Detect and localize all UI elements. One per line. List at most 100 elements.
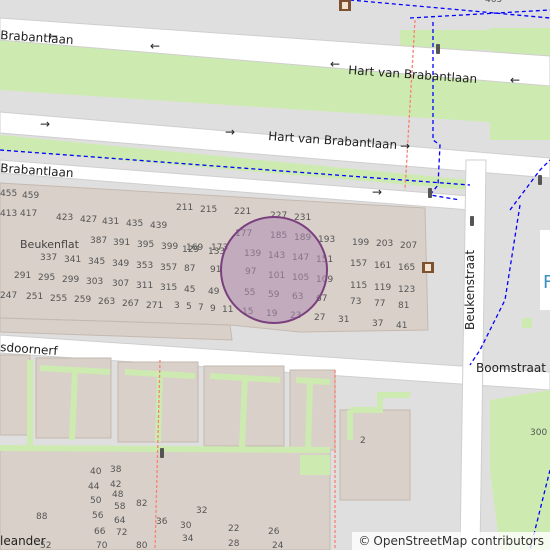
house-number: 431: [102, 217, 119, 227]
house-number: 40: [90, 467, 102, 477]
arrow-east-3: →: [400, 139, 410, 153]
house-number: 41: [396, 321, 407, 331]
street-label-boomstraat: Boomstraat: [476, 361, 546, 375]
house-number: 49: [208, 287, 220, 297]
grass-right-upper: [490, 28, 550, 56]
building-right-edge: [540, 230, 550, 310]
house-number: 30: [180, 521, 192, 531]
arrow-west-1: ←: [48, 29, 58, 43]
house-number: 50: [90, 496, 102, 506]
house-number: 165: [398, 263, 415, 273]
house-number: 307: [112, 279, 129, 289]
house-number: 427: [80, 215, 97, 225]
house-number: 77: [374, 299, 385, 309]
grass-right: [490, 90, 550, 140]
map-attribution[interactable]: © OpenStreetMap contributors: [352, 532, 550, 550]
house-number: 255: [50, 294, 67, 304]
house-number: 31: [338, 315, 349, 325]
house-number: 357: [160, 263, 177, 273]
arrow-west-3: ←: [330, 57, 340, 71]
house-number: 161: [374, 261, 391, 271]
attribution-link[interactable]: OpenStreetMap contributors: [373, 534, 544, 548]
house-number: 3: [174, 301, 180, 311]
house-number: 465: [485, 0, 502, 5]
house-number: 399: [161, 242, 178, 252]
arrow-east-1: →: [40, 117, 50, 131]
house-number: 119: [374, 283, 391, 293]
house-number: 435: [126, 219, 143, 229]
house-number: 391: [113, 238, 130, 248]
house-number: 44: [88, 482, 100, 492]
house-number: 73: [350, 297, 361, 307]
selection-area[interactable]: [220, 216, 328, 324]
house-number: 115: [350, 281, 367, 291]
house-number: 11: [222, 305, 233, 315]
house-number: 26: [268, 527, 280, 537]
grass-patch-2: [300, 455, 330, 475]
house-number: 72: [116, 528, 127, 538]
house-number: 9: [210, 304, 216, 314]
house-number: 24: [272, 541, 284, 550]
house-number: 459: [22, 191, 39, 201]
house-number: 52: [40, 541, 51, 550]
house-number: 48: [112, 490, 124, 500]
arrow-east-2: →: [225, 125, 235, 139]
shop-icon[interactable]: [339, 0, 351, 11]
house-number: 353: [136, 261, 153, 271]
arrow-east-4: →: [372, 185, 382, 199]
house-number: 345: [88, 257, 105, 267]
house-number: 341: [64, 255, 81, 265]
house-number: 80: [136, 541, 148, 550]
house-number: 70: [96, 541, 108, 550]
house-number: 315: [160, 283, 177, 293]
house-number: 22: [228, 524, 239, 534]
house-number: 88: [36, 512, 48, 522]
house-number: 263: [98, 297, 115, 307]
house-number: 32: [196, 506, 207, 516]
house-number: 247: [0, 291, 17, 301]
house-number: 311: [136, 281, 153, 291]
house-number: 387: [90, 236, 107, 246]
house-number: 295: [38, 273, 55, 283]
house-number: 199: [352, 238, 369, 248]
grass-patch: [522, 318, 532, 328]
house-number: 56: [92, 511, 104, 521]
shop-icon-beukenflat[interactable]: [422, 262, 434, 273]
house-number: 349: [112, 259, 129, 269]
house-number: 259: [74, 295, 91, 305]
house-number: 28: [228, 539, 240, 549]
house-number: 82: [136, 499, 147, 509]
street-label-beukenstraat: Beukenstraat: [463, 250, 477, 330]
house-number: 271: [146, 301, 163, 311]
house-number: 38: [110, 465, 122, 475]
right-glyph: F: [543, 272, 550, 293]
house-number: 417: [20, 209, 37, 219]
house-number: 42: [110, 480, 121, 490]
house-number: 337: [40, 253, 57, 263]
house-number: 215: [200, 205, 217, 215]
map-canvas[interactable]: F Brabantlaan ← ← ← Hart van Brabantlaan…: [0, 0, 550, 550]
arrow-west-2: ←: [150, 39, 160, 53]
house-number: 203: [376, 239, 393, 249]
map-view[interactable]: F Brabantlaan ← ← ← Hart van Brabantlaan…: [0, 0, 550, 550]
house-number: 2: [360, 436, 366, 446]
house-number: 91: [210, 265, 221, 275]
arrow-west-4: ←: [510, 73, 520, 87]
house-number: 7: [198, 303, 204, 313]
house-number: 299: [62, 275, 79, 285]
house-number: 87: [184, 264, 195, 274]
copyright-icon: ©: [358, 534, 371, 548]
house-number: 81: [398, 301, 409, 311]
building-name-label: Beukenflat: [20, 238, 80, 251]
house-number: 129: [182, 245, 199, 255]
house-number: 267: [122, 299, 139, 309]
house-number: 439: [150, 221, 167, 231]
house-number: 395: [137, 240, 154, 250]
top-strip: [0, 0, 550, 14]
house-number: 37: [372, 319, 383, 329]
house-number: 64: [114, 516, 126, 526]
yard: [420, 390, 460, 550]
house-number: 123: [398, 285, 415, 295]
street-label-leander: leander: [0, 534, 46, 548]
house-number: 300: [530, 428, 547, 438]
